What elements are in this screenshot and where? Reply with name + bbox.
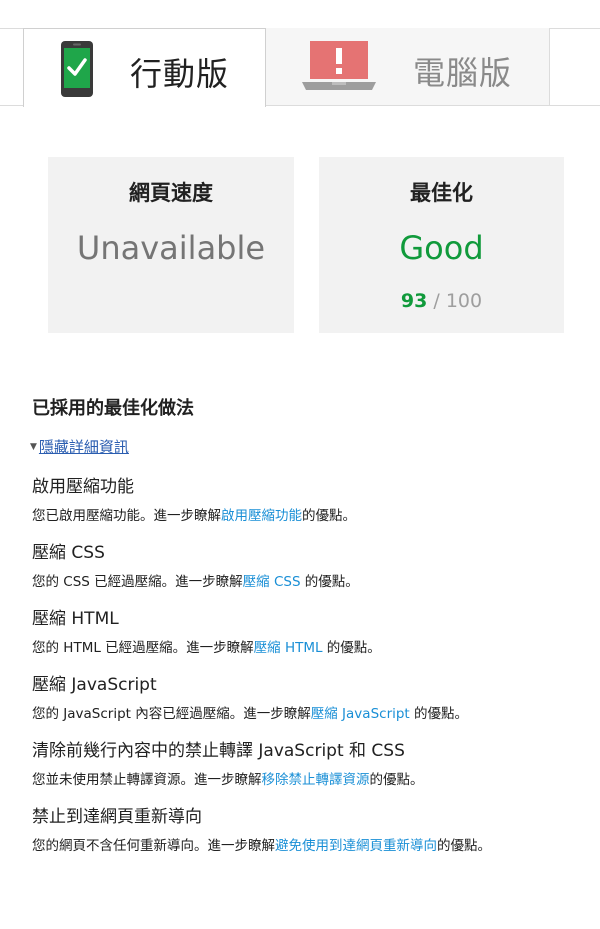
tab-bar-filler (550, 29, 600, 105)
rule-desc-text: 您並未使用禁止轉譯資源。進一步瞭解 (32, 772, 262, 788)
rule-item: 壓縮 CSS 您的 CSS 已經過壓縮。進一步瞭解壓縮 CSS 的優點。 (32, 538, 596, 590)
rule-learn-more-link[interactable]: 避免使用到達網頁重新導向 (275, 838, 437, 854)
rule-title: 壓縮 HTML (32, 609, 119, 629)
optimization-value: Good (399, 229, 484, 267)
rule-title: 壓縮 JavaScript (32, 675, 157, 695)
rule-desc-suffix: 的優點。 (302, 508, 356, 524)
laptop-warning-icon (302, 41, 376, 97)
tab-mobile-label: 行動版 (130, 55, 230, 93)
rule-desc-text: 您的網頁不含任何重新導向。進一步瞭解 (32, 838, 275, 854)
section-title: 已採用的最佳化做法 (32, 398, 194, 419)
tab-desktop[interactable]: 電腦版 (266, 28, 550, 105)
score-number: 93 (400, 290, 428, 312)
rule-learn-more-link[interactable]: 啟用壓縮功能 (221, 508, 302, 524)
rule-desc-text: 您已啟用壓縮功能。進一步瞭解 (32, 508, 221, 524)
rule-item: 壓縮 JavaScript 您的 JavaScript 內容已經過壓縮。進一步瞭… (32, 670, 596, 722)
page-speed-title: 網頁速度 (129, 181, 213, 205)
rule-description: 您的 HTML 已經過壓縮。進一步瞭解壓縮 HTML 的優點。 (32, 636, 596, 656)
rule-title: 壓縮 CSS (32, 543, 105, 563)
rule-title: 禁止到達網頁重新導向 (32, 807, 202, 827)
rule-title: 清除前幾行內容中的禁止轉譯 JavaScript 和 CSS (32, 741, 405, 761)
rule-desc-suffix: 的優點。 (409, 706, 469, 722)
rule-description: 您的 JavaScript 內容已經過壓縮。進一步瞭解壓縮 JavaScript… (32, 702, 596, 722)
optimization-score: 93 / 100 (319, 290, 564, 312)
page-speed-value: Unavailable (76, 229, 266, 267)
rule-item: 禁止到達網頁重新導向 您的網頁不含任何重新導向。進一步瞭解避免使用到達網頁重新導… (32, 802, 596, 854)
rule-desc-suffix: 的優點。 (437, 838, 491, 854)
rule-description: 您已啟用壓縮功能。進一步瞭解啟用壓縮功能的優點。 (32, 504, 596, 524)
rule-desc-text: 您的 CSS 已經過壓縮。進一步瞭解 (32, 574, 243, 590)
phone-check-icon (61, 41, 93, 101)
rule-learn-more-link[interactable]: 壓縮 CSS (243, 574, 301, 590)
hide-details-link[interactable]: 隱藏詳細資訊 (39, 436, 129, 457)
optimization-title: 最佳化 (410, 181, 473, 205)
optimization-card: 最佳化 Good 93 / 100 (319, 157, 564, 333)
hide-details-toggle[interactable]: ▼ 隱藏詳細資訊 (30, 436, 129, 457)
rule-description: 您的網頁不含任何重新導向。進一步瞭解避免使用到達網頁重新導向的優點。 (32, 834, 596, 854)
tab-mobile[interactable]: 行動版 (23, 28, 266, 107)
page-speed-card: 網頁速度 Unavailable (48, 157, 294, 333)
rule-item: 清除前幾行內容中的禁止轉譯 JavaScript 和 CSS 您並未使用禁止轉譯… (32, 736, 596, 788)
rule-description: 您並未使用禁止轉譯資源。進一步瞭解移除禁止轉譯資源的優點。 (32, 768, 596, 788)
rule-title: 啟用壓縮功能 (32, 477, 134, 497)
rule-learn-more-link[interactable]: 壓縮 HTML (254, 640, 323, 656)
rule-item: 啟用壓縮功能 您已啟用壓縮功能。進一步瞭解啟用壓縮功能的優點。 (32, 472, 596, 524)
score-separator: / (427, 290, 446, 312)
rule-learn-more-link[interactable]: 移除禁止轉譯資源 (262, 772, 370, 788)
rule-desc-suffix: 的優點。 (369, 772, 424, 788)
rule-learn-more-link[interactable]: 壓縮 JavaScript (311, 706, 410, 722)
tab-desktop-label: 電腦版 (413, 54, 513, 92)
score-max: 100 (445, 290, 483, 312)
rule-description: 您的 CSS 已經過壓縮。進一步瞭解壓縮 CSS 的優點。 (32, 570, 596, 590)
device-tab-bar: 電腦版 行動版 (0, 0, 600, 107)
rule-desc-suffix: 的優點。 (322, 640, 381, 656)
rule-item: 壓縮 HTML 您的 HTML 已經過壓縮。進一步瞭解壓縮 HTML 的優點。 (32, 604, 596, 656)
triangle-down-icon: ▼ (30, 441, 37, 452)
rule-desc-text: 您的 JavaScript 內容已經過壓縮。進一步瞭解 (32, 706, 311, 722)
rule-desc-text: 您的 HTML 已經過壓縮。進一步瞭解 (32, 640, 254, 656)
rule-desc-suffix: 的優點。 (300, 574, 359, 590)
